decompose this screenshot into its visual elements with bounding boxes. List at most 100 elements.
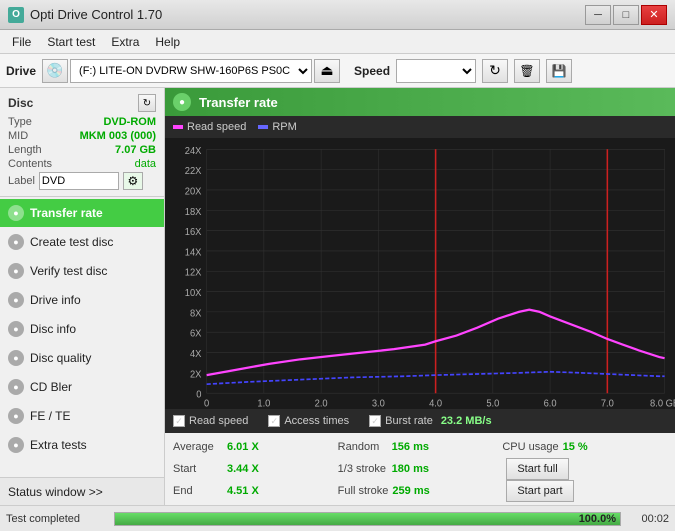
nav-icon-disc-quality: ● <box>8 350 24 366</box>
stat-start-full-cell: Start full <box>502 458 667 480</box>
cb-access-times-box[interactable]: ✓ <box>268 415 280 427</box>
nav-cd-bler[interactable]: ● CD Bler <box>0 373 164 401</box>
stats-row-1: Average 6.01 X Random 156 ms CPU usage 1… <box>173 436 667 458</box>
cb-read-speed-box[interactable]: ✓ <box>173 415 185 427</box>
disc-mid-key: MID <box>8 130 28 142</box>
status-text: Test completed <box>6 513 106 525</box>
stat-start-key: Start <box>173 463 223 475</box>
drive-icon-btn[interactable]: 💿 <box>42 59 68 83</box>
stat-end-val: 4.51 X <box>227 485 277 497</box>
legend-read-speed: Read speed <box>173 121 246 133</box>
disc-label-input[interactable] <box>39 172 119 190</box>
disc-type-key: Type <box>8 116 32 128</box>
disc-title: Disc <box>8 96 33 110</box>
cb-burst-rate-box[interactable]: ✓ <box>369 415 381 427</box>
svg-text:22X: 22X <box>185 166 202 177</box>
nav-drive-info[interactable]: ● Drive info <box>0 286 164 314</box>
chart-header-icon: ● <box>173 93 191 111</box>
disc-refresh-btn[interactable]: ↻ <box>138 94 156 112</box>
stat-stroke-key: 1/3 stroke <box>338 463 388 475</box>
svg-text:7.0: 7.0 <box>601 398 615 409</box>
checkboxes-row: ✓ Read speed ✓ Access times ✓ Burst rate… <box>165 409 675 433</box>
menu-help[interactable]: Help <box>147 33 188 51</box>
app-icon: O <box>8 7 24 23</box>
eject-button[interactable]: ⏏ <box>314 59 340 83</box>
nav-disc-info[interactable]: ● Disc info <box>0 315 164 343</box>
minimize-button[interactable]: ─ <box>585 5 611 25</box>
svg-text:6.0: 6.0 <box>544 398 558 409</box>
disc-header: Disc ↻ <box>8 94 156 112</box>
svg-text:0: 0 <box>196 389 202 400</box>
start-full-button[interactable]: Start full <box>506 458 568 480</box>
svg-text:12X: 12X <box>185 267 202 278</box>
svg-text:8X: 8X <box>190 308 202 319</box>
stat-average-val: 6.01 X <box>227 441 277 453</box>
nav-verify-test-disc[interactable]: ● Verify test disc <box>0 257 164 285</box>
stat-end: End 4.51 X <box>173 485 338 497</box>
legend-rpm: RPM <box>258 121 296 133</box>
nav-icon-disc-info: ● <box>8 321 24 337</box>
chart-svg: 24X 22X 20X 18X 16X 14X 12X 10X 8X 6X 4X… <box>165 138 675 409</box>
nav-extra-tests[interactable]: ● Extra tests <box>0 431 164 459</box>
chart-area: 24X 22X 20X 18X 16X 14X 12X 10X 8X 6X 4X… <box>165 138 675 409</box>
stat-random: Random 156 ms <box>338 441 503 453</box>
cb-access-times[interactable]: ✓ Access times <box>268 415 349 427</box>
svg-text:8.0 GB: 8.0 GB <box>650 398 675 409</box>
cb-access-times-label: Access times <box>284 415 349 427</box>
start-part-button[interactable]: Start part <box>506 480 573 502</box>
nav-icon-fe-te: ● <box>8 408 24 424</box>
nav-icon-cd-bler: ● <box>8 379 24 395</box>
nav-disc-quality[interactable]: ● Disc quality <box>0 344 164 372</box>
stat-random-key: Random <box>338 441 388 453</box>
speed-select[interactable] <box>396 59 476 83</box>
erase-button[interactable]: 🗑 <box>514 59 540 83</box>
stat-full-stroke-key: Full stroke <box>338 485 389 497</box>
svg-text:6X: 6X <box>190 328 202 339</box>
menu-start-test[interactable]: Start test <box>39 33 103 51</box>
refresh-button[interactable]: ↻ <box>482 59 508 83</box>
nav-transfer-rate[interactable]: ● Transfer rate <box>0 199 164 227</box>
nav-label-verify-test: Verify test disc <box>30 264 107 278</box>
nav-create-test-disc[interactable]: ● Create test disc <box>0 228 164 256</box>
maximize-button[interactable]: □ <box>613 5 639 25</box>
app-title: Opti Drive Control 1.70 <box>30 7 162 22</box>
stat-full-stroke-val: 259 ms <box>392 485 429 497</box>
disc-label-settings-btn[interactable]: ⚙ <box>123 172 143 190</box>
burst-rate-value: 23.2 MB/s <box>441 415 492 427</box>
status-window-btn[interactable]: Status window >> <box>0 477 164 505</box>
nav-label-transfer-rate: Transfer rate <box>30 206 103 220</box>
nav-fe-te[interactable]: ● FE / TE <box>0 402 164 430</box>
svg-text:16X: 16X <box>185 227 202 238</box>
cb-burst-rate[interactable]: ✓ Burst rate 23.2 MB/s <box>369 415 491 427</box>
progress-fill <box>115 513 620 525</box>
main-layout: Disc ↻ Type DVD-ROM MID MKM 003 (000) Le… <box>0 88 675 505</box>
cb-read-speed-label: Read speed <box>189 415 248 427</box>
stats-row-3: End 4.51 X Full stroke 259 ms Start part <box>173 480 667 502</box>
disc-label-key: Label <box>8 175 35 187</box>
stat-start-part-cell: Start part <box>502 480 667 502</box>
stats-area: Average 6.01 X Random 156 ms CPU usage 1… <box>165 433 675 505</box>
legend-rpm-icon <box>258 122 268 132</box>
close-button[interactable]: ✕ <box>641 5 667 25</box>
cb-read-speed[interactable]: ✓ Read speed <box>173 415 248 427</box>
svg-text:1.0: 1.0 <box>257 398 271 409</box>
menu-file[interactable]: File <box>4 33 39 51</box>
nav-icon-extra-tests: ● <box>8 437 24 453</box>
nav-label-drive-info: Drive info <box>30 293 81 307</box>
cb-burst-rate-label: Burst rate <box>385 415 433 427</box>
legend-read-speed-label: Read speed <box>187 121 246 133</box>
progress-label: 100.0% <box>579 513 616 525</box>
drive-select[interactable]: (F:) LITE-ON DVDRW SHW-160P6S PS0C <box>70 59 312 83</box>
menu-extra[interactable]: Extra <box>103 33 147 51</box>
nav-label-disc-quality: Disc quality <box>30 351 91 365</box>
svg-text:14X: 14X <box>185 247 202 258</box>
legend-rpm-label: RPM <box>272 121 296 133</box>
save-button[interactable]: 💾 <box>546 59 572 83</box>
window-controls: ─ □ ✕ <box>585 5 667 25</box>
stat-start: Start 3.44 X <box>173 463 338 475</box>
disc-type-val: DVD-ROM <box>103 116 156 128</box>
title-bar-left: O Opti Drive Control 1.70 <box>8 7 162 23</box>
status-bar: Test completed 100.0% 00:02 <box>0 505 675 531</box>
svg-text:24X: 24X <box>185 145 202 156</box>
svg-text:2.0: 2.0 <box>315 398 329 409</box>
